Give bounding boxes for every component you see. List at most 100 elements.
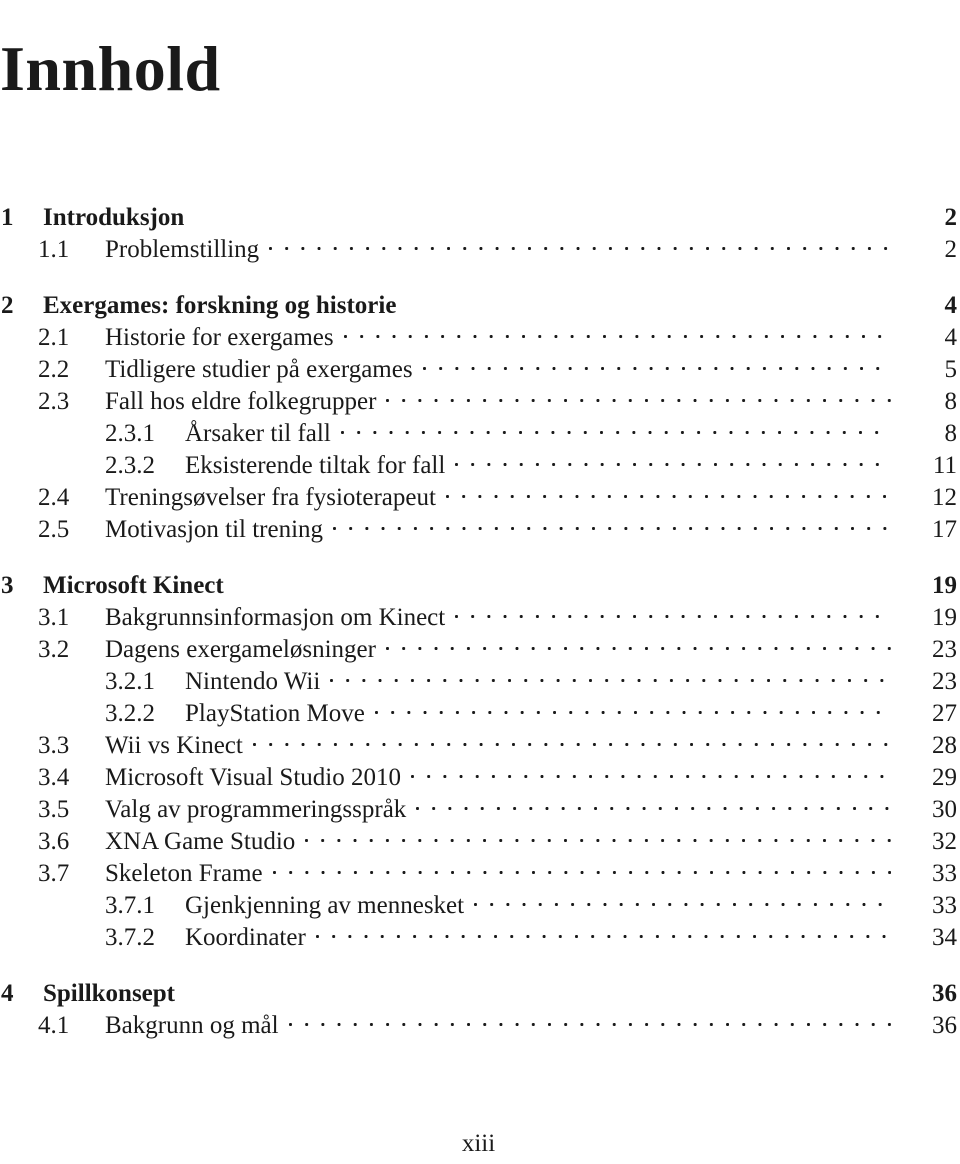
toc-dot-leader: [386, 384, 891, 409]
toc-entry-section[interactable]: 1.1 Problemstilling 2: [0, 232, 957, 264]
toc-entry-number: 3.2.2: [105, 700, 155, 727]
toc-entry-label: Valg av programmeringsspråk: [105, 796, 407, 823]
toc-dot-leader: [340, 416, 891, 441]
toc-entry-number: 2.3.2: [105, 452, 155, 479]
toc-entry-chapter[interactable]: 2 Exergames: forskning og historie 4: [0, 288, 957, 320]
toc-dot-leader: [455, 600, 891, 625]
toc-dot-leader: [269, 232, 891, 257]
toc-entry-subsection[interactable]: 3.7.2 Koordinater 34: [0, 920, 957, 952]
toc-entry-page-number: 28: [932, 732, 957, 759]
toc-entry-section[interactable]: 2.4 Treningsøvelser fra fysioterapeut 12: [0, 480, 957, 512]
toc-entry-label: Årsaker til fall: [185, 420, 331, 447]
toc-dot-leader: [474, 888, 891, 913]
toc-entry-page-number: 29: [932, 764, 957, 791]
toc-entry-page-number: 19: [932, 572, 957, 599]
toc-entry-page-number: 4: [944, 324, 958, 351]
toc-entry-number: 2.3: [38, 388, 70, 415]
toc-entry-section[interactable]: 2.3 Fall hos eldre folkegrupper 8: [0, 384, 957, 416]
toc-dot-leader: [410, 760, 891, 785]
toc-dot-leader: [385, 632, 891, 657]
toc-dot-leader: [272, 856, 891, 881]
toc-entry-section[interactable]: 2.5 Motivasjon til trening 17: [0, 512, 957, 544]
toc-entry-label: Motivasjon til trening: [105, 516, 324, 543]
toc-dot-leader: [185, 976, 891, 1001]
toc-entry-chapter[interactable]: 1 Introduksjon 2: [0, 200, 957, 232]
toc-entry-subsection[interactable]: 3.7.1 Gjenkjenning av mennesket 33: [0, 888, 957, 920]
toc-entry-page-number: 23: [932, 668, 957, 695]
toc-entry-subsection[interactable]: 2.3.1 Årsaker til fall 8: [0, 416, 957, 448]
toc-entry-label: Fall hos eldre folkegrupper: [105, 388, 377, 415]
toc-entry-label: Exergames: forskning og historie: [43, 292, 397, 319]
toc-entry-label: Wii vs Kinect: [105, 732, 243, 759]
toc-entry-section[interactable]: 3.1 Bakgrunnsinformasjon om Kinect 19: [0, 600, 957, 632]
toc-entry-number: 4.1: [38, 1012, 70, 1039]
toc-entry-chapter[interactable]: 3 Microsoft Kinect 19: [0, 568, 957, 600]
toc-dot-leader: [305, 824, 891, 849]
toc-entry-label: Eksisterende tiltak for fall: [185, 452, 446, 479]
toc-entry-page-number: 33: [932, 860, 957, 887]
toc-dot-leader: [455, 448, 891, 473]
table-of-contents: 1 Introduksjon 2 1.1 Problemstilling 2 2 Exerga…: [0, 200, 957, 1040]
toc-entry-subsection[interactable]: 3.2.2 PlayStation Move 27: [0, 696, 957, 728]
toc-dot-leader: [445, 480, 891, 505]
toc-entry-label: Introduksjon: [43, 204, 185, 231]
toc-entry-page-number: 8: [944, 388, 958, 415]
toc-entry-section[interactable]: 2.2 Tidligere studier på exergames 5: [0, 352, 957, 384]
toc-entry-subsection[interactable]: 2.3.2 Eksisterende tiltak for fall 11: [0, 448, 957, 480]
toc-dot-leader: [343, 320, 891, 345]
toc-dot-leader: [416, 792, 891, 817]
toc-entry-page-number: 11: [932, 452, 957, 479]
toc-entry-label: Bakgrunn og mål: [105, 1012, 279, 1039]
toc-entry-page-number: 36: [932, 980, 957, 1007]
toc-dot-leader: [333, 512, 891, 537]
page-title: Innhold: [0, 32, 221, 104]
page-folio: xiii: [461, 1130, 496, 1157]
toc-entry-page-number: 12: [932, 484, 957, 511]
toc-entry-section[interactable]: 4.1 Bakgrunn og mål 36: [0, 1008, 957, 1040]
toc-entry-number: 3.7: [38, 860, 70, 887]
toc-entry-number: 2.4: [38, 484, 70, 511]
toc-entry-chapter[interactable]: 4 Spillkonsept 36: [0, 976, 957, 1008]
toc-entry-label: Problemstilling: [105, 236, 260, 263]
toc-entry-number: 3.3: [38, 732, 70, 759]
toc-entry-page-number: 30: [932, 796, 957, 823]
toc-entry-number: 2.5: [38, 516, 70, 543]
toc-entry-subsection[interactable]: 3.2.1 Nintendo Wii 23: [0, 664, 957, 696]
toc-dot-leader: [422, 352, 891, 377]
toc-entry-number: 3.5: [38, 796, 70, 823]
toc-entry-section[interactable]: 3.2 Dagens exergameløsninger 23: [0, 632, 957, 664]
toc-entry-number: 3.7.1: [105, 892, 155, 919]
toc-entry-number: 3.2: [38, 636, 70, 663]
toc-dot-leader: [194, 200, 891, 225]
toc-dot-leader: [288, 1008, 891, 1033]
toc-entry-label: Skeleton Frame: [105, 860, 263, 887]
toc-entry-page-number: 17: [932, 516, 957, 543]
toc-entry-section[interactable]: 3.3 Wii vs Kinect 28: [0, 728, 957, 760]
toc-entry-number: 2.2: [38, 356, 70, 383]
toc-entry-section[interactable]: 3.4 Microsoft Visual Studio 2010 29: [0, 760, 957, 792]
toc-entry-number: 1: [1, 204, 14, 231]
toc-entry-page-number: 23: [932, 636, 957, 663]
toc-entry-section[interactable]: 2.1 Historie for exergames 4: [0, 320, 957, 352]
toc-entry-number: 3.2.1: [105, 668, 155, 695]
toc-entry-page-number: 34: [932, 924, 957, 951]
toc-entry-label: Koordinater: [185, 924, 306, 951]
toc-entry-label: Bakgrunnsinformasjon om Kinect: [105, 604, 446, 631]
toc-entry-page-number: 27: [932, 700, 957, 727]
toc-entry-section[interactable]: 3.7 Skeleton Frame 33: [0, 856, 957, 888]
toc-entry-label: PlayStation Move: [185, 700, 365, 727]
toc-entry-number: 3: [1, 572, 14, 599]
toc-dot-leader: [234, 568, 891, 593]
toc-entry-label: Treningsøvelser fra fysioterapeut: [105, 484, 436, 511]
toc-entry-page-number: 5: [944, 356, 958, 383]
toc-dot-leader: [374, 696, 891, 721]
toc-entry-page-number: 32: [932, 828, 957, 855]
toc-entry-page-number: 8: [944, 420, 958, 447]
toc-dot-leader: [406, 288, 891, 313]
toc-dot-leader: [330, 664, 891, 689]
toc-entry-section[interactable]: 3.5 Valg av programmeringsspråk 30: [0, 792, 957, 824]
toc-entry-section[interactable]: 3.6 XNA Game Studio 32: [0, 824, 957, 856]
toc-entry-label: Nintendo Wii: [185, 668, 321, 695]
toc-entry-number: 3.4: [38, 764, 70, 791]
toc-entry-number: 4: [1, 980, 14, 1007]
